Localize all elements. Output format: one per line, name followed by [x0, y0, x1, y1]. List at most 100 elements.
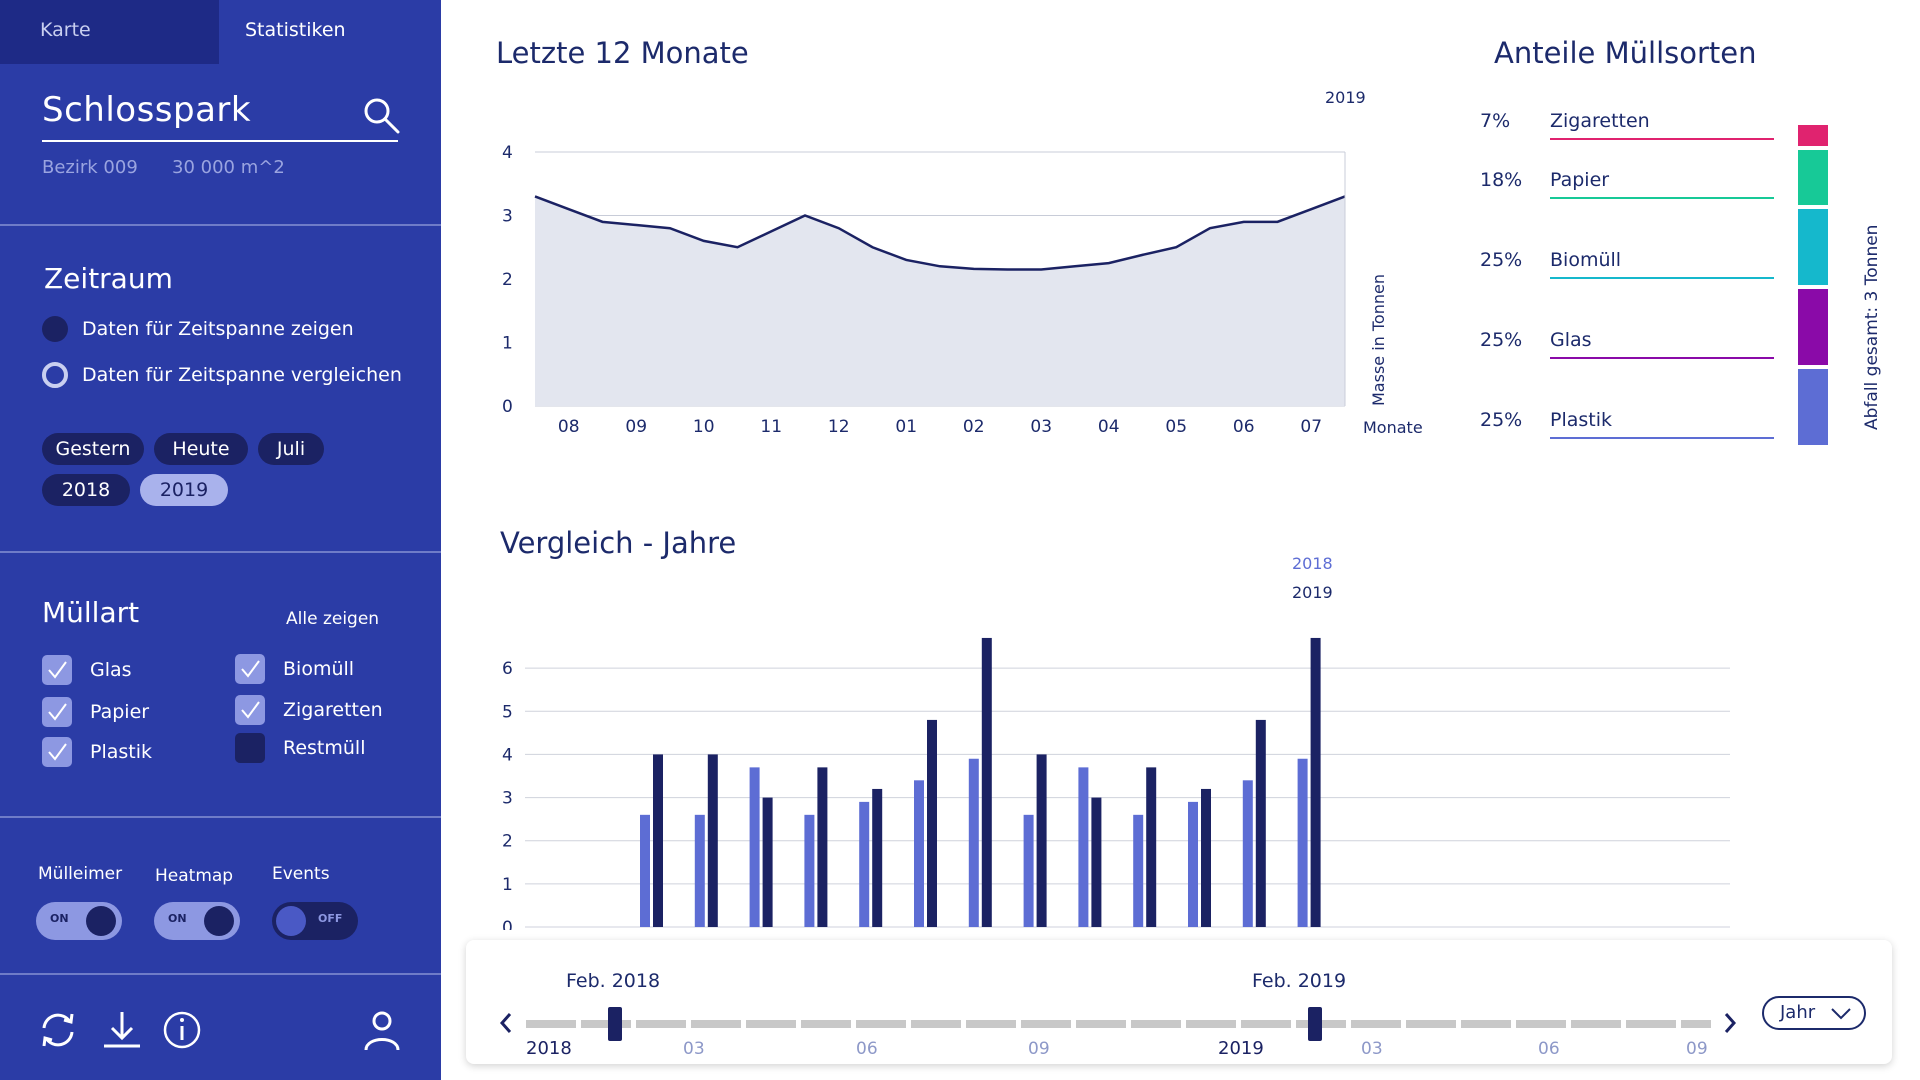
tab-karte[interactable]: Karte	[0, 0, 219, 64]
unit-select[interactable]: Jahr	[1762, 996, 1866, 1030]
timeline-start-label: Feb. 2018	[566, 970, 660, 992]
chevron-right-icon	[1724, 1013, 1737, 1033]
toggle-state: ON	[168, 912, 187, 925]
sidebar: Karte Statistiken Schlosspark Bezirk 009…	[0, 0, 441, 1080]
bar-2019	[707, 754, 718, 927]
bar-2018	[1242, 780, 1253, 927]
user-icon[interactable]	[360, 1008, 404, 1052]
chip-gestern[interactable]: Gestern	[42, 433, 144, 465]
timeline-tick-label: 2019	[1218, 1038, 1264, 1059]
checkbox-zigaretten[interactable]: Zigaretten	[235, 695, 383, 725]
chip-heute[interactable]: Heute	[154, 433, 248, 465]
share-row: 25% Biomüll	[1480, 249, 1780, 279]
place-underline	[42, 140, 398, 142]
y-tick-label: 6	[502, 659, 513, 679]
timeline-segment	[1131, 1020, 1181, 1028]
toggle-label-heatmap: Heatmap	[155, 866, 234, 886]
toggle-label-events: Events	[272, 864, 330, 884]
timeline-tick-label: 09	[1686, 1039, 1708, 1059]
checkbox-papier[interactable]: Papier	[42, 697, 149, 727]
x-tick-label: 08	[558, 417, 580, 437]
timeline-segment	[801, 1020, 851, 1028]
x-tick-label: 05	[1165, 417, 1187, 437]
radio-indicator	[42, 316, 68, 342]
timeline-segment	[1186, 1020, 1236, 1028]
divider	[0, 973, 441, 975]
bar-2018	[859, 801, 870, 927]
bar-2018	[1023, 814, 1034, 927]
bar-2019	[1201, 788, 1211, 927]
x-tick-label: 03	[1030, 417, 1052, 437]
district-label: Bezirk 009	[42, 157, 138, 178]
checkbox-restmuell[interactable]: Restmüll	[235, 733, 366, 763]
bar-2019	[872, 788, 883, 927]
chip-2019[interactable]: 2019	[140, 474, 228, 506]
x-tick-label: 02	[963, 417, 985, 437]
legend-label-2019: 2019	[1292, 583, 1333, 602]
share-underline	[1550, 197, 1774, 199]
bar-2018	[749, 767, 760, 927]
bar-2018	[1078, 767, 1089, 927]
chart-title-shares: Anteile Müllsorten	[1494, 36, 1757, 70]
checkbox-box	[235, 733, 265, 763]
bar-2018	[694, 814, 705, 927]
chip-2018[interactable]: 2018	[42, 474, 130, 506]
timeline-segment	[856, 1020, 906, 1028]
show-all-link[interactable]: Alle zeigen	[286, 609, 379, 629]
share-percent: 25%	[1480, 409, 1523, 431]
share-name: Biomüll	[1550, 249, 1622, 271]
bar-2018	[1188, 801, 1198, 927]
y-tick-label: 2	[502, 270, 513, 290]
timeline-handle-end	[1308, 1007, 1322, 1041]
toggle-knob	[86, 906, 116, 936]
x-tick-label: 10	[693, 417, 715, 437]
bar-2018	[1297, 758, 1308, 927]
year-label: 2019	[1325, 88, 1366, 107]
tab-statistiken[interactable]: Statistiken	[219, 0, 441, 64]
chip-juli[interactable]: Juli	[258, 433, 324, 465]
bar-2019	[1036, 754, 1047, 927]
radio-compare-period[interactable]: Daten für Zeitspanne vergleichen	[42, 362, 402, 388]
y-tick-label: 0	[502, 397, 513, 417]
toggle-heatmap[interactable]: ON	[154, 902, 240, 940]
x-tick-label: 01	[895, 417, 917, 437]
checkbox-label: Glas	[90, 659, 132, 681]
total-waste-label: Abfall gesamt: 3 Tonnen	[1862, 224, 1882, 430]
bar-2019	[1146, 767, 1157, 927]
timeline-segment	[1681, 1020, 1711, 1028]
radio-show-period[interactable]: Daten für Zeitspanne zeigen	[42, 316, 354, 342]
y-tick-label: 1	[502, 875, 513, 895]
share-percent: 25%	[1480, 249, 1523, 271]
checkbox-glas[interactable]: Glas	[42, 655, 132, 685]
share-row: 18% Papier	[1480, 169, 1780, 199]
toggle-muelleimer[interactable]: ON	[36, 902, 122, 940]
toggle-events[interactable]: OFF	[272, 902, 358, 940]
share-segment-glas	[1798, 289, 1828, 365]
share-row: 25% Glas	[1480, 329, 1780, 359]
info-icon[interactable]	[160, 1008, 204, 1052]
area-chart: 0123408 09 10 11 12 01 02 03 04 05 06 072019MonateM…	[502, 88, 1423, 437]
refresh-icon[interactable]	[36, 1008, 80, 1052]
download-icon[interactable]	[100, 1008, 144, 1052]
bar-2018	[804, 814, 815, 927]
toggle-label-muelleimer: Mülleimer	[38, 864, 123, 884]
timeline-tick-label: 06	[1538, 1039, 1560, 1059]
divider	[0, 816, 441, 818]
search-icon[interactable]	[362, 96, 402, 136]
y-tick-label: 3	[502, 789, 513, 809]
timeline-segment	[1406, 1020, 1456, 1028]
y-tick-label: 2	[502, 832, 513, 852]
checkbox-label: Biomüll	[283, 658, 355, 680]
timeline-slider[interactable]: Feb. 2018 Feb. 2019 2018 03 06 09 2019 03 06 09	[466, 940, 1766, 1064]
checkmark-icon	[235, 654, 265, 684]
checkbox-biomuell[interactable]: Biomüll	[235, 654, 354, 684]
muellart-title: Müllart	[42, 596, 140, 629]
timeline-end-label: Feb. 2019	[1252, 970, 1346, 992]
toggle-knob	[276, 906, 306, 936]
y-tick-label: 0	[502, 918, 513, 930]
timeline-tick-label: 06	[856, 1039, 878, 1059]
checkbox-plastik[interactable]: Plastik	[42, 737, 152, 767]
x-tick-label: 12	[828, 417, 850, 437]
y-tick-label: 5	[502, 702, 513, 722]
checkmark-icon	[235, 695, 265, 725]
